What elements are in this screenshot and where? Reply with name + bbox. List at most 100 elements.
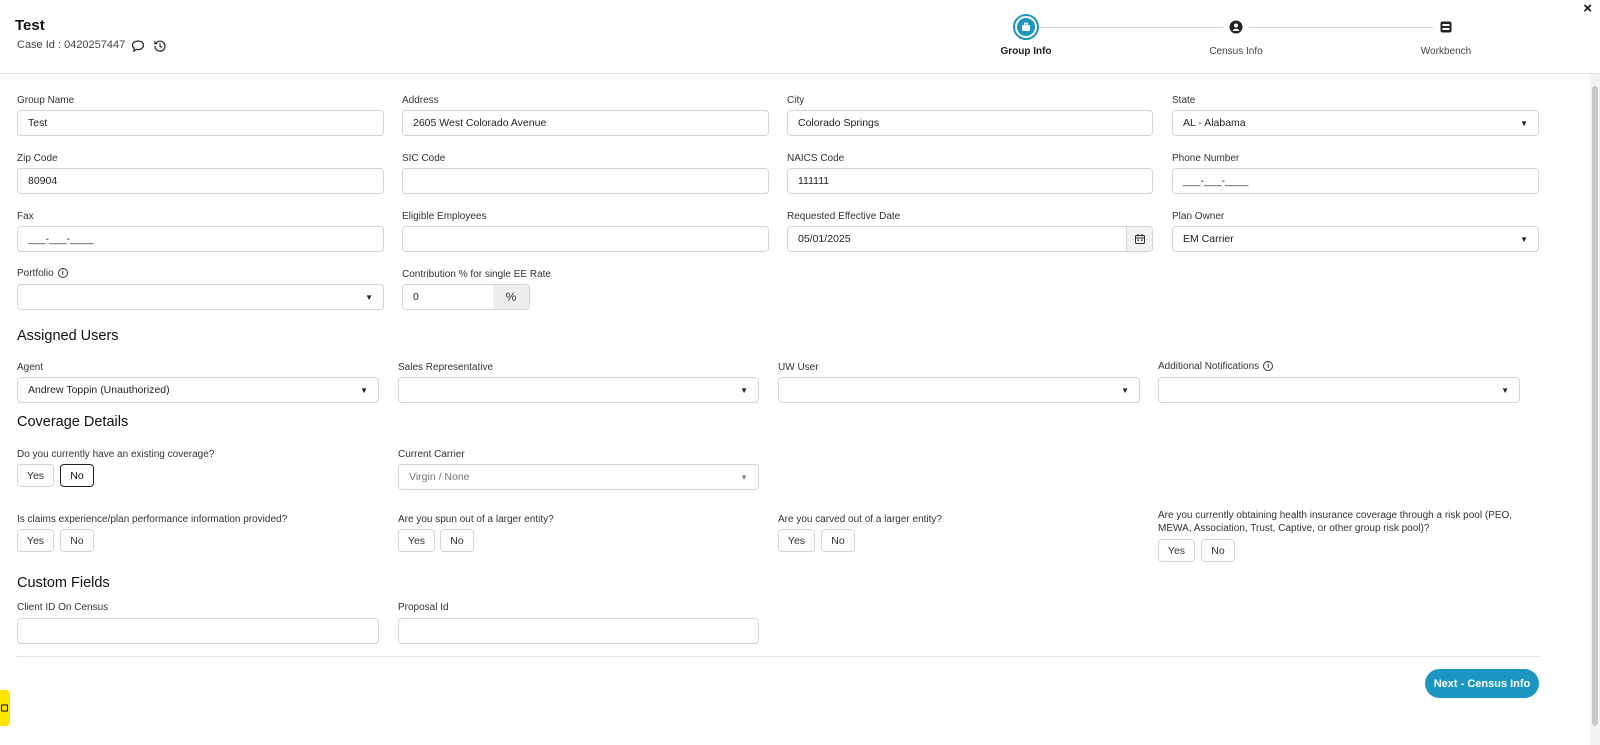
step-workbench-label: Workbench [1420,46,1472,57]
risk-pool-no-button[interactable]: No [1201,539,1235,562]
step-group-info-circle [1013,14,1039,40]
step-workbench[interactable]: Workbench [1386,14,1506,57]
history-icon[interactable] [152,38,168,54]
fax-input[interactable]: ___-___-____ [17,226,384,252]
step-census-info-label: Census Info [1209,46,1263,57]
carved-out-yes-button[interactable]: Yes [778,529,815,552]
phone-value: ___-___-____ [1183,175,1249,187]
chevron-down-icon: ▼ [360,385,368,395]
effective-date-value: 05/01/2025 [798,233,851,245]
carved-out-question: Are you carved out of a larger entity? [778,514,942,525]
fax-value: ___-___-____ [28,233,94,245]
spun-out-yes-button[interactable]: Yes [398,529,435,552]
contribution-label: Contribution % for single EE Rate [402,269,551,280]
state-label: State [1172,95,1196,106]
sales-rep-select[interactable]: ▼ [398,377,759,403]
effective-date-label: Requested Effective Date [787,211,901,222]
existing-coverage-yes-button[interactable]: Yes [17,464,54,487]
sales-rep-label: Sales Representative [398,362,494,373]
portfolio-label-wrap: Portfolio i [17,268,68,279]
comment-icon[interactable] [130,38,146,54]
custom-fields-heading: Custom Fields [17,575,110,591]
agent-select[interactable]: Andrew Toppin (Unauthorized) ▼ [17,377,379,403]
chevron-down-icon: ▼ [365,292,373,302]
address-input[interactable]: 2605 West Colorado Avenue [402,110,769,136]
carved-out-no-button[interactable]: No [821,529,855,552]
naics-label: NAICS Code [787,153,845,164]
sic-input[interactable] [402,168,769,194]
spun-out-no-button[interactable]: No [440,529,474,552]
proposal-id-label: Proposal Id [398,602,449,613]
risk-pool-yes-button[interactable]: Yes [1158,539,1195,562]
proposal-id-input[interactable] [398,618,759,644]
next-census-info-button[interactable]: Next - Census Info [1425,669,1539,698]
feedback-icon [1,704,8,712]
step-workbench-circle [1433,14,1459,40]
step-group-info[interactable]: Group Info [966,14,1086,57]
city-label: City [787,95,805,106]
claims-question: Is claims experience/plan performance in… [17,514,288,525]
existing-coverage-question: Do you currently have an existing covera… [17,449,215,460]
current-carrier-label: Current Carrier [398,449,465,460]
city-value: Colorado Springs [798,117,880,129]
briefcase-icon [1022,22,1030,31]
step-census-info-circle [1223,14,1249,40]
step-group-info-label: Group Info [1000,46,1052,57]
plan-owner-value: EM Carrier [1183,233,1234,245]
fax-label: Fax [17,211,34,222]
uw-user-select[interactable]: ▼ [778,377,1140,403]
info-icon[interactable]: i [57,268,68,279]
existing-coverage-no-button[interactable]: No [60,464,94,487]
footer-divider [17,656,1539,657]
plan-owner-label: Plan Owner [1172,211,1225,222]
client-id-input[interactable] [17,618,379,644]
phone-label: Phone Number [1172,153,1240,164]
effective-date-input[interactable]: 05/01/2025 [787,226,1153,252]
claims-yes-button[interactable]: Yes [17,529,54,552]
info-icon[interactable]: i [1263,361,1274,372]
eligible-input[interactable] [402,226,769,252]
city-input[interactable]: Colorado Springs [787,110,1153,136]
assigned-users-heading: Assigned Users [17,328,119,344]
agent-value: Andrew Toppin (Unauthorized) [28,384,170,396]
chevron-down-icon: ▼ [740,472,748,482]
coverage-details-heading: Coverage Details [17,414,129,430]
claims-no-button[interactable]: No [60,529,94,552]
additional-notifications-label: Additional Notifications [1158,361,1260,372]
close-button[interactable]: × [1583,0,1592,17]
feedback-tab[interactable] [0,690,10,726]
chevron-down-icon: ▼ [740,385,748,395]
portfolio-label: Portfolio [17,268,54,279]
group-name-input[interactable]: Test [17,110,384,136]
contribution-input[interactable]: 0 [402,284,494,310]
step-census-info[interactable]: Census Info [1176,14,1296,57]
case-id: Case Id : 0420257447 [17,39,126,51]
address-value: 2605 West Colorado Avenue [413,117,547,129]
workbench-icon [1440,21,1452,33]
zip-value: 80904 [28,175,58,187]
additional-notifications-select[interactable]: ▼ [1158,377,1520,403]
naics-input[interactable]: 111111 [787,168,1153,194]
zip-label: Zip Code [17,153,58,164]
group-name-value: Test [28,117,48,129]
risk-pool-question-line1: Are you currently obtaining health insur… [1158,510,1513,521]
chevron-down-icon: ▼ [1520,234,1528,244]
phone-input[interactable]: ___-___-____ [1172,168,1539,194]
spun-out-question: Are you spun out of a larger entity? [398,514,554,525]
portfolio-select[interactable]: ▼ [17,284,384,310]
agent-label: Agent [17,362,44,373]
calendar-icon[interactable] [1126,227,1152,251]
case-title: Test [15,17,45,34]
zip-input[interactable]: 80904 [17,168,384,194]
chevron-down-icon: ▼ [1520,118,1528,128]
scrollbar[interactable] [1590,74,1600,745]
state-value: AL - Alabama [1183,117,1246,129]
address-label: Address [402,95,439,106]
chevron-down-icon: ▼ [1121,385,1129,395]
additional-notifications-label-wrap: Additional Notifications i [1158,361,1274,372]
state-select[interactable]: AL - Alabama ▼ [1172,110,1539,136]
scrollbar-thumb[interactable] [1592,86,1598,726]
page-header: Test Case Id : 0420257447 Group Info Cen… [0,0,1600,74]
current-carrier-select[interactable]: Virgin / None ▼ [398,464,759,490]
plan-owner-select[interactable]: EM Carrier ▼ [1172,226,1539,252]
